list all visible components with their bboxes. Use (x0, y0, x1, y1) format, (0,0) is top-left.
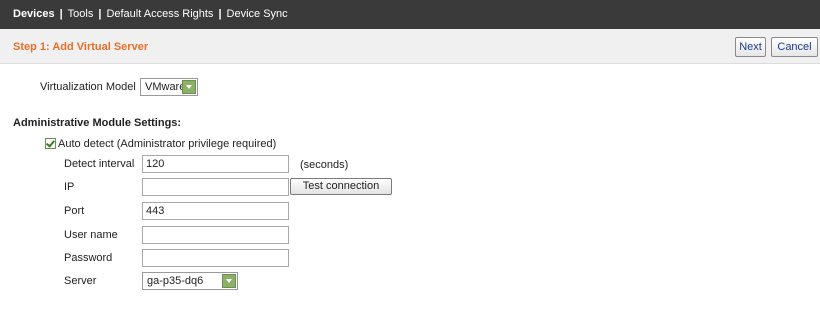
cancel-button[interactable]: Cancel (771, 37, 818, 57)
nav-separator: | (98, 8, 102, 20)
server-value: ga-p35-dq6 (147, 275, 204, 287)
admin-section-title: Administrative Module Settings: (13, 117, 182, 129)
nav-menu: Devices | Tools | Default Access Rights | Devi… (13, 8, 288, 20)
port-input[interactable]: 443 (142, 202, 289, 220)
port-label: Port (64, 205, 85, 217)
step-header: Step 1: Add Virtual Server Next Cancel (0, 29, 820, 64)
ip-label: IP (64, 181, 75, 193)
nav-item-tools[interactable]: Tools (68, 8, 94, 20)
test-connection-button[interactable]: Test connection (290, 178, 392, 195)
detect-interval-unit: (seconds) (300, 159, 349, 171)
chevron-down-icon (222, 274, 236, 288)
step-title: Step 1: Add Virtual Server (13, 41, 149, 53)
nav-separator: | (218, 8, 222, 20)
detect-interval-label: Detect interval (64, 158, 135, 170)
password-input[interactable] (142, 249, 289, 267)
top-navigation-bar: Devices | Tools | Default Access Rights | Devi… (0, 0, 820, 29)
server-label: Server (64, 275, 97, 287)
auto-detect-checkbox[interactable] (45, 138, 56, 149)
ip-input[interactable] (142, 178, 289, 196)
virtualization-model-value: VMware (145, 81, 186, 93)
nav-item-device-sync[interactable]: Device Sync (227, 8, 288, 20)
virtualization-model-select[interactable]: VMware (140, 78, 198, 96)
auto-detect-label: Auto detect (Administrator privilege req… (58, 138, 277, 150)
virtualization-model-label: Virtualization Model (40, 81, 136, 93)
server-select[interactable]: ga-p35-dq6 (142, 272, 238, 290)
detect-interval-input[interactable]: 120 (142, 155, 289, 173)
nav-separator: | (59, 8, 63, 20)
nav-item-devices[interactable]: Devices (13, 8, 55, 20)
nav-item-default-access-rights[interactable]: Default Access Rights (106, 8, 213, 20)
password-label: Password (64, 252, 113, 264)
next-button[interactable]: Next (735, 37, 766, 57)
username-input[interactable] (142, 226, 289, 244)
chevron-down-icon (182, 80, 196, 94)
username-label: User name (64, 229, 118, 241)
